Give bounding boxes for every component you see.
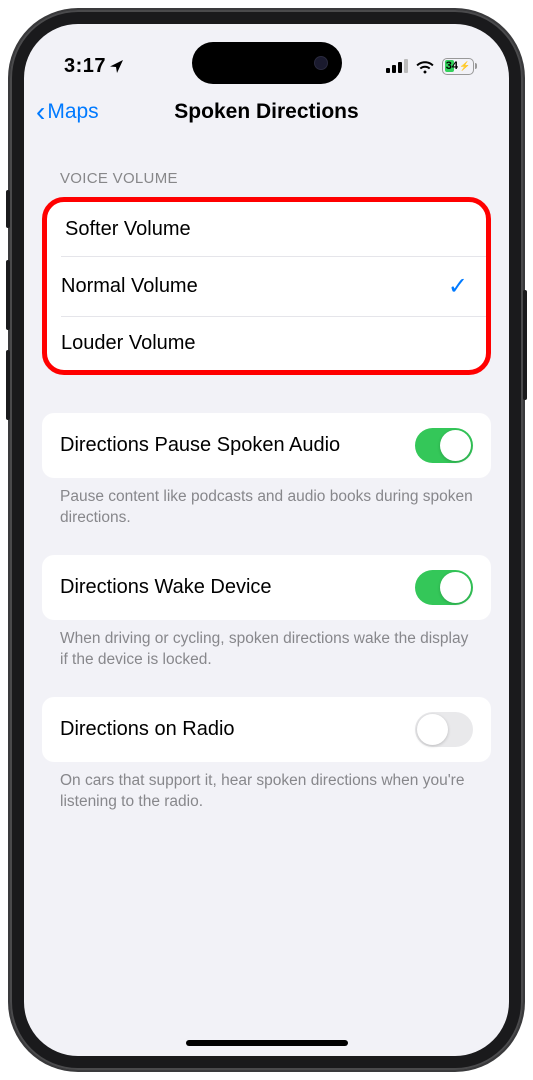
setting-label: Directions on Radio (60, 718, 235, 741)
chevron-left-icon: ‹ (36, 98, 45, 126)
option-label: Louder Volume (61, 332, 196, 355)
home-indicator[interactable] (186, 1040, 348, 1046)
radio-toggle[interactable] (415, 712, 473, 747)
pause-audio-row[interactable]: Directions Pause Spoken Audio (42, 413, 491, 478)
normal-volume-row[interactable]: Normal Volume ✓ (61, 256, 486, 316)
page-title: Spoken Directions (174, 100, 358, 124)
wake-device-row[interactable]: Directions Wake Device (42, 555, 491, 620)
status-left: 3:17 (64, 55, 125, 78)
screen: 3:17 34⚡ ‹ Maps Spoken Direct (24, 24, 509, 1056)
setting-label: Directions Pause Spoken Audio (60, 434, 340, 457)
phone-frame: 3:17 34⚡ ‹ Maps Spoken Direct (10, 10, 523, 1070)
wake-device-toggle[interactable] (415, 570, 473, 605)
voice-volume-header: VOICE VOLUME (42, 170, 491, 197)
option-label: Softer Volume (65, 218, 191, 241)
option-label: Normal Volume (61, 275, 198, 298)
louder-volume-row[interactable]: Louder Volume (61, 316, 486, 370)
dynamic-island (192, 42, 342, 84)
volume-down-button (6, 350, 10, 420)
pause-audio-footer: Pause content like podcasts and audio bo… (42, 478, 491, 529)
checkmark-icon: ✓ (448, 272, 468, 301)
status-time: 3:17 (64, 55, 106, 78)
radio-footer: On cars that support it, hear spoken dir… (42, 762, 491, 813)
location-icon (109, 58, 125, 74)
wake-device-footer: When driving or cycling, spoken directio… (42, 620, 491, 671)
power-button (523, 290, 527, 400)
back-label: Maps (47, 100, 98, 124)
front-camera (314, 56, 328, 70)
back-button[interactable]: ‹ Maps (36, 98, 99, 126)
radio-group: Directions on Radio (42, 697, 491, 762)
volume-up-button (6, 260, 10, 330)
nav-bar: ‹ Maps Spoken Directions (24, 86, 509, 140)
pause-audio-toggle[interactable] (415, 428, 473, 463)
softer-volume-row[interactable]: Softer Volume (47, 202, 486, 256)
voice-volume-group: Softer Volume Normal Volume ✓ Louder Vol… (42, 197, 491, 375)
wake-device-group: Directions Wake Device (42, 555, 491, 620)
cellular-icon (386, 59, 408, 73)
setting-label: Directions Wake Device (60, 576, 272, 599)
status-right: 34⚡ (386, 58, 477, 75)
content: VOICE VOLUME Softer Volume Normal Volume… (24, 140, 509, 813)
silent-switch (6, 190, 10, 228)
wifi-icon (415, 59, 435, 74)
battery-icon: 34⚡ (442, 58, 477, 75)
radio-row[interactable]: Directions on Radio (42, 697, 491, 762)
pause-audio-group: Directions Pause Spoken Audio (42, 413, 491, 478)
